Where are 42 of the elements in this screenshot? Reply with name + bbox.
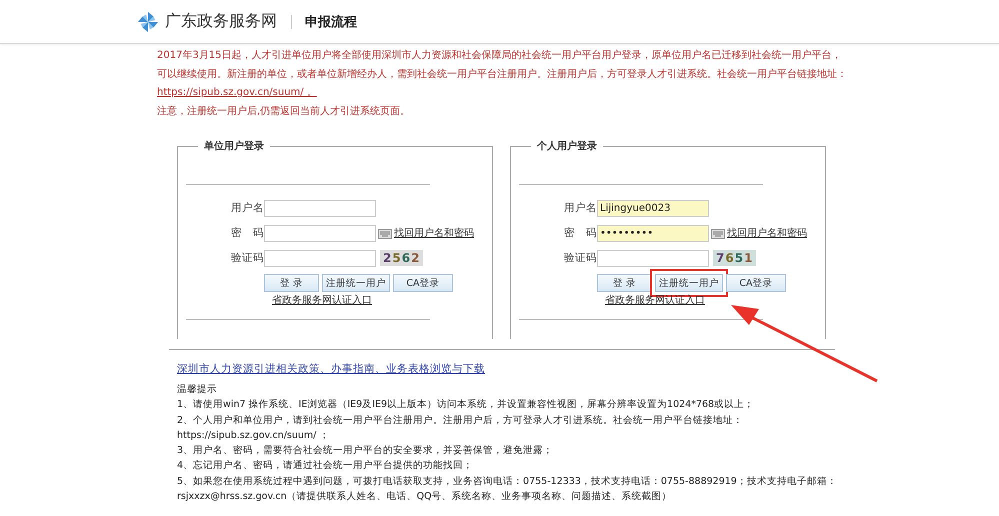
tip-text: 3、用户名、密码，需要符合社会统一用户平台的安全要求，并妥善保管，避免泄露； <box>177 444 554 458</box>
keyboard-icon[interactable] <box>378 228 392 238</box>
panel-title: 个人用户登录 <box>536 139 598 153</box>
login-button[interactable]: 登 录 <box>264 274 319 292</box>
tip-text: 5、如果您在使用系统过程中遇到问题，可拨打电话获取支持，业务咨询电话：0755-12333，技术支持电话：0755-88892919；技术支持电子邮箱： <box>177 474 838 489</box>
site-name: 广东政务服务网 <box>165 11 277 32</box>
platform-link[interactable]: https://sipub.sz.gov.cn/suum/ 。 <box>157 87 317 98</box>
field-label: 验证码 <box>563 251 597 265</box>
field-label: 密 码 <box>563 226 597 240</box>
captcha-image[interactable]: 7651 <box>713 250 756 266</box>
portal-link[interactable]: 省政务服务网认证入口 <box>605 293 825 307</box>
tip-text: 4、忘记用户名、密码，请通过社会统一用户平台提供的功能找回； <box>177 459 474 474</box>
tip-text: 2、个人用户和单位用户，请到社会统一用户平台注册用户。注册用户后，方可登录人才引进系统。社会统一用户平台链接地址： <box>177 414 744 428</box>
resources-link[interactable]: 深圳市人力资源引进相关政策、办事指南、业务表格浏览与下载 <box>177 362 847 376</box>
notice-text: 2017年3月15日起，人才引进单位用户将全部使用深圳市人力资源和社会保障局的社会统一用户平台用户登录，原单位用户名已迁移到社会统一用户平台，可以继续使用。新注册的单位，或者单位新增经办人，需到社会统一用户平台注册用户。注册用户后，方可登录人才引进系统。社会统一用户平台链接地址： https://sipub.sz.gov.cn/suum/ 。 <box>157 48 847 100</box>
notice-note: 注意，注册统一用户后,仍需返回当前人才引进系统页面。 <box>157 104 412 118</box>
keyboard-icon[interactable] <box>711 228 725 238</box>
field-label: 用户名 <box>563 201 597 215</box>
page-title: 申报流程 <box>305 14 357 30</box>
field-label: 验证码 <box>230 251 264 265</box>
captcha-field[interactable] <box>264 250 376 266</box>
captcha-field[interactable] <box>597 250 709 266</box>
username-field[interactable]: Lijingyue0023 <box>597 200 709 216</box>
login-button[interactable]: CA登录 <box>726 274 786 292</box>
login-button[interactable]: 登 录 <box>597 274 652 292</box>
pinwheel-logo-icon <box>137 10 159 32</box>
password-field[interactable] <box>264 224 376 242</box>
tip-text: 1、请使用win7 操作系统、IE浏览器（IE9及IE9以上版本）访问本系统，并设置兼容性视图，屏幕分辨率设置为1024*768或以上； <box>177 398 756 412</box>
captcha-image[interactable]: 2562 <box>380 250 424 266</box>
portal-link[interactable]: 省政务服务网认证入口 <box>272 293 492 307</box>
panel-title: 单位用户登录 <box>203 139 265 153</box>
tip-text: https://sipub.sz.gov.cn/suum/ ； <box>177 428 330 443</box>
field-label: 密 码 <box>230 226 264 240</box>
tips-title: 温馨提示 <box>177 383 218 397</box>
password-field[interactable]: ••••••••• <box>597 224 709 242</box>
username-field[interactable] <box>264 200 376 216</box>
tip-text: rsjxxzx@hrss.sz.gov.cn（请提供联系人姓名、电话、QQ号、系统名称、业务事项名称、问题描述、系统截图） <box>177 490 673 504</box>
login-button[interactable]: 注册统一用户 <box>322 274 390 292</box>
forgot-link[interactable]: 找回用户名和密码 <box>727 226 807 240</box>
login-button[interactable]: CA登录 <box>393 274 453 292</box>
field-label: 用户名 <box>230 201 264 215</box>
forgot-link[interactable]: 找回用户名和密码 <box>394 226 474 240</box>
